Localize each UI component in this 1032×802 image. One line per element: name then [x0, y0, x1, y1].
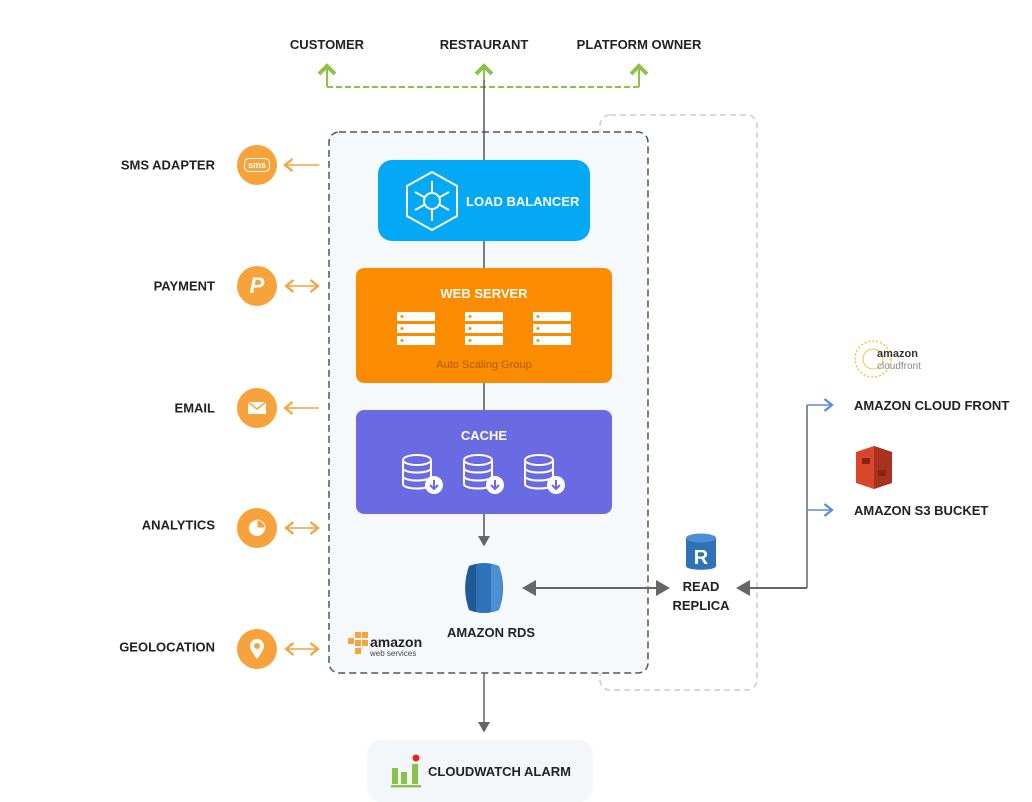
load-balancer-label: LOAD BALANCER [466, 194, 580, 209]
email-label: EMAIL [174, 400, 215, 416]
s3-bucket-label: AMAZON S3 BUCKET [854, 503, 989, 518]
cloudwatch-icon [391, 754, 421, 788]
amazon-rds-label: AMAZON RDS [446, 625, 536, 640]
cache-box: CACHE [356, 410, 612, 514]
database-download-icon [401, 454, 443, 494]
web-server-box: WEB SERVER Auto Scaling Group [356, 268, 612, 383]
payment-label: PAYMENT [153, 278, 215, 294]
cloudwatch-alarm-label: CLOUDWATCH ALARM [428, 764, 571, 779]
restaurant-label: RESTAURANT [439, 37, 529, 52]
load-balancer-icon [406, 170, 458, 232]
analytics-label: ANALYTICS [141, 517, 215, 533]
sms-adapter-label: SMS ADAPTER [120, 157, 215, 173]
auto-scaling-label: Auto Scaling Group [436, 359, 532, 371]
geolocation-label: GEOLOCATION [119, 639, 215, 655]
cloudfront-label: AMAZON CLOUD FRONT [854, 398, 1010, 413]
pie-chart-icon [237, 508, 277, 548]
server-icon [465, 312, 503, 345]
amazon-rds-icon [465, 563, 503, 613]
cloudwatch-alarm-box: CLOUDWATCH ALARM [367, 740, 593, 802]
platform-owner-label: PLATFORM OWNER [576, 37, 702, 52]
load-balancer-box: LOAD BALANCER [378, 160, 590, 241]
read-replica-icon: R [686, 533, 716, 570]
sms-icon: sms [237, 145, 277, 185]
aws-logo: amazon web services [346, 628, 426, 658]
map-pin-icon [237, 629, 277, 669]
server-icon [397, 312, 435, 345]
database-download-icon [462, 454, 504, 494]
customer-label: CUSTOMER [289, 37, 365, 52]
svg-text:R: R [694, 547, 709, 569]
server-icon [533, 312, 571, 345]
s3-bucket-icon [856, 446, 892, 489]
cloudfront-logo: amazon cloudfront [853, 337, 933, 381]
web-server-label: WEB SERVER [440, 286, 528, 301]
database-download-icon [524, 454, 566, 494]
cache-label: CACHE [460, 428, 508, 443]
envelope-icon [237, 388, 277, 428]
paypal-icon: P [237, 266, 277, 306]
cache-icons [356, 454, 612, 496]
read-replica-line2: REPLICA [672, 598, 730, 613]
server-icons [356, 310, 612, 348]
read-replica-line1: READ [682, 579, 720, 594]
